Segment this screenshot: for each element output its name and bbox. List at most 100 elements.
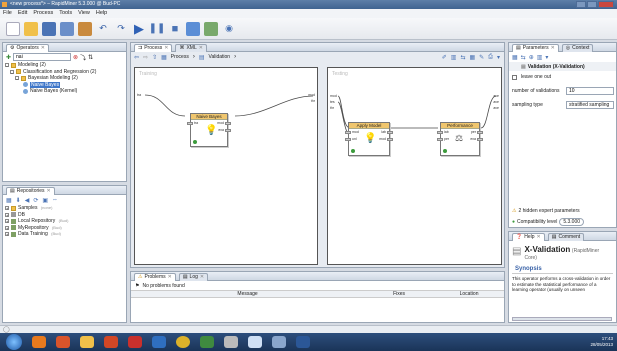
sort-icon[interactable]: ⇅ xyxy=(88,54,93,61)
wizard-icon[interactable]: ◉ xyxy=(222,22,236,36)
breadcrumb-validation[interactable]: Validation xyxy=(209,54,231,60)
excel-icon[interactable] xyxy=(200,336,214,348)
operator-naive-bayes[interactable]: Naive Bayes tra mod exa 💡 xyxy=(187,113,231,147)
powerpoint-icon[interactable] xyxy=(104,336,118,348)
arrange-icon[interactable]: ▥ xyxy=(451,54,457,61)
open-folder-icon[interactable] xyxy=(24,21,38,36)
help-scrollbar[interactable] xyxy=(512,317,612,321)
operator-search-input[interactable] xyxy=(13,53,72,61)
zoom-icon[interactable]: ⇆ xyxy=(460,54,465,61)
output-port[interactable] xyxy=(225,122,231,125)
back-arrow-icon[interactable]: ⇦ xyxy=(134,54,139,61)
save-template-icon[interactable] xyxy=(78,21,92,36)
stop-icon[interactable]: ■ xyxy=(168,22,182,36)
auto-wire-icon[interactable]: ✐ xyxy=(442,54,447,61)
add-repository-icon[interactable]: ▦ xyxy=(6,197,12,204)
breadcrumb-process[interactable]: Process xyxy=(171,54,189,60)
expand-icon[interactable]: + xyxy=(5,206,9,211)
collapse-icon[interactable]: – xyxy=(15,76,19,81)
input-port[interactable] xyxy=(345,138,351,141)
redo-icon[interactable]: ↷ xyxy=(114,22,128,36)
expand-all-icon[interactable]: ⤵ xyxy=(80,53,86,62)
close-icon[interactable]: ✕ xyxy=(200,273,204,281)
operator-performance[interactable]: Performance lab per per exa ⚖ xyxy=(437,122,483,156)
tab-context[interactable]: ◎ Context xyxy=(561,43,594,52)
pause-icon[interactable]: ❚❚ xyxy=(149,22,166,36)
output-port[interactable] xyxy=(477,131,483,134)
expand-icon[interactable]: + xyxy=(5,232,9,237)
tab-repositories[interactable]: ▤ Repositories ✕ xyxy=(6,186,55,195)
tab-comment[interactable]: ▤ Comment xyxy=(547,232,585,241)
forward-arrow-icon[interactable]: ⇨ xyxy=(143,54,148,61)
close-button[interactable] xyxy=(598,1,614,8)
output-port[interactable] xyxy=(387,131,393,134)
filter-params-icon[interactable]: ⊕ xyxy=(529,54,534,61)
column-fixes[interactable]: Fixes xyxy=(364,291,434,297)
maximize-button[interactable] xyxy=(587,1,597,8)
repo-item-data-training[interactable]: + Data Training (Bud) xyxy=(5,231,126,238)
chrome-icon[interactable] xyxy=(176,336,190,348)
leave-one-out-checkbox[interactable] xyxy=(512,74,517,80)
parameter-grid-icon[interactable]: ▥ xyxy=(537,54,543,61)
hidden-params-label[interactable]: 2 hidden expert parameters xyxy=(518,208,579,214)
menu-edit[interactable]: Edit xyxy=(18,9,27,18)
expand-icon[interactable]: + xyxy=(5,219,9,224)
perspective-design-icon[interactable] xyxy=(204,21,218,36)
close-icon[interactable]: ✕ xyxy=(168,273,172,281)
draw-icon[interactable]: ✎ xyxy=(479,54,484,61)
start-button-icon[interactable] xyxy=(6,334,22,350)
testing-subprocess-canvas[interactable]: Testing mod tes thr ave ave ave Apply Mo… xyxy=(327,67,502,265)
close-icon[interactable]: ✕ xyxy=(47,187,51,195)
clear-search-icon[interactable]: ⊗ xyxy=(73,54,78,61)
input-port[interactable] xyxy=(437,131,443,134)
paint-icon[interactable] xyxy=(224,336,238,348)
save-icon[interactable] xyxy=(42,21,56,36)
tab-xml[interactable]: ⌘ XML ✕ xyxy=(175,43,207,52)
app-icon-red[interactable] xyxy=(128,336,142,348)
link-icon[interactable]: ⇔ xyxy=(52,197,58,203)
breadcrumb-dropdown-icon[interactable]: › xyxy=(234,54,236,60)
close-icon[interactable]: ✕ xyxy=(164,44,168,52)
params-dropdown-icon[interactable]: ▾ xyxy=(545,54,548,61)
training-subprocess-canvas[interactable]: Training tra mod thr Naive Bayes tra mod… xyxy=(134,67,318,265)
input-port[interactable] xyxy=(187,122,193,125)
menu-view[interactable]: View xyxy=(78,9,90,18)
run-icon[interactable]: ▶ xyxy=(132,21,146,36)
search-task-icon[interactable] xyxy=(272,336,286,348)
tab-parameters[interactable]: ▤ Parameters ✕ xyxy=(512,43,559,52)
close-icon[interactable]: ✕ xyxy=(551,44,555,52)
grid-icon[interactable]: ▦ xyxy=(469,54,475,61)
compatibility-spinner[interactable]: 5.3.000 xyxy=(559,218,585,226)
refresh-icon[interactable]: ⟳ xyxy=(33,197,38,204)
column-location[interactable]: Location xyxy=(434,291,504,297)
sampling-type-select[interactable]: stratified sampling xyxy=(566,101,614,109)
clock-date[interactable]: 28/05/2013 xyxy=(590,342,613,348)
input-port[interactable] xyxy=(345,131,351,134)
filter-icon[interactable]: ✚ xyxy=(6,54,11,61)
word-icon[interactable] xyxy=(296,336,310,348)
minimize-button[interactable] xyxy=(576,1,586,8)
tab-process[interactable]: ⇉ Process ✕ xyxy=(134,43,173,52)
app-icon-blue[interactable] xyxy=(152,336,166,348)
output-port[interactable] xyxy=(477,138,483,141)
new-file-icon[interactable] xyxy=(6,21,20,36)
expand-icon[interactable]: + xyxy=(5,212,9,217)
rapidminer-task-icon[interactable] xyxy=(248,336,262,348)
back-icon[interactable]: ◀ xyxy=(25,197,30,204)
tab-problems[interactable]: ⚠ Problems ✕ xyxy=(134,272,176,281)
collapse-icon[interactable]: – xyxy=(5,63,9,68)
menu-tools[interactable]: Tools xyxy=(59,9,72,18)
up-arrow-icon[interactable]: ⇧ xyxy=(152,54,157,61)
close-icon[interactable]: ✕ xyxy=(199,44,203,52)
collapse-icon[interactable]: – xyxy=(10,69,14,74)
explorer-icon[interactable] xyxy=(80,336,94,348)
close-icon[interactable]: ✕ xyxy=(537,233,541,241)
save-as-icon[interactable] xyxy=(60,21,74,36)
output-port[interactable] xyxy=(387,138,393,141)
operator-apply-model[interactable]: Apply Model mod unl lab mod 💡 xyxy=(345,122,393,156)
close-icon[interactable]: ✕ xyxy=(41,44,45,52)
undo-icon[interactable]: ↶ xyxy=(96,22,110,36)
menu-help[interactable]: Help xyxy=(96,9,107,18)
menu-process[interactable]: Process xyxy=(33,9,53,18)
add-data-icon[interactable]: ⬇ xyxy=(16,197,21,204)
